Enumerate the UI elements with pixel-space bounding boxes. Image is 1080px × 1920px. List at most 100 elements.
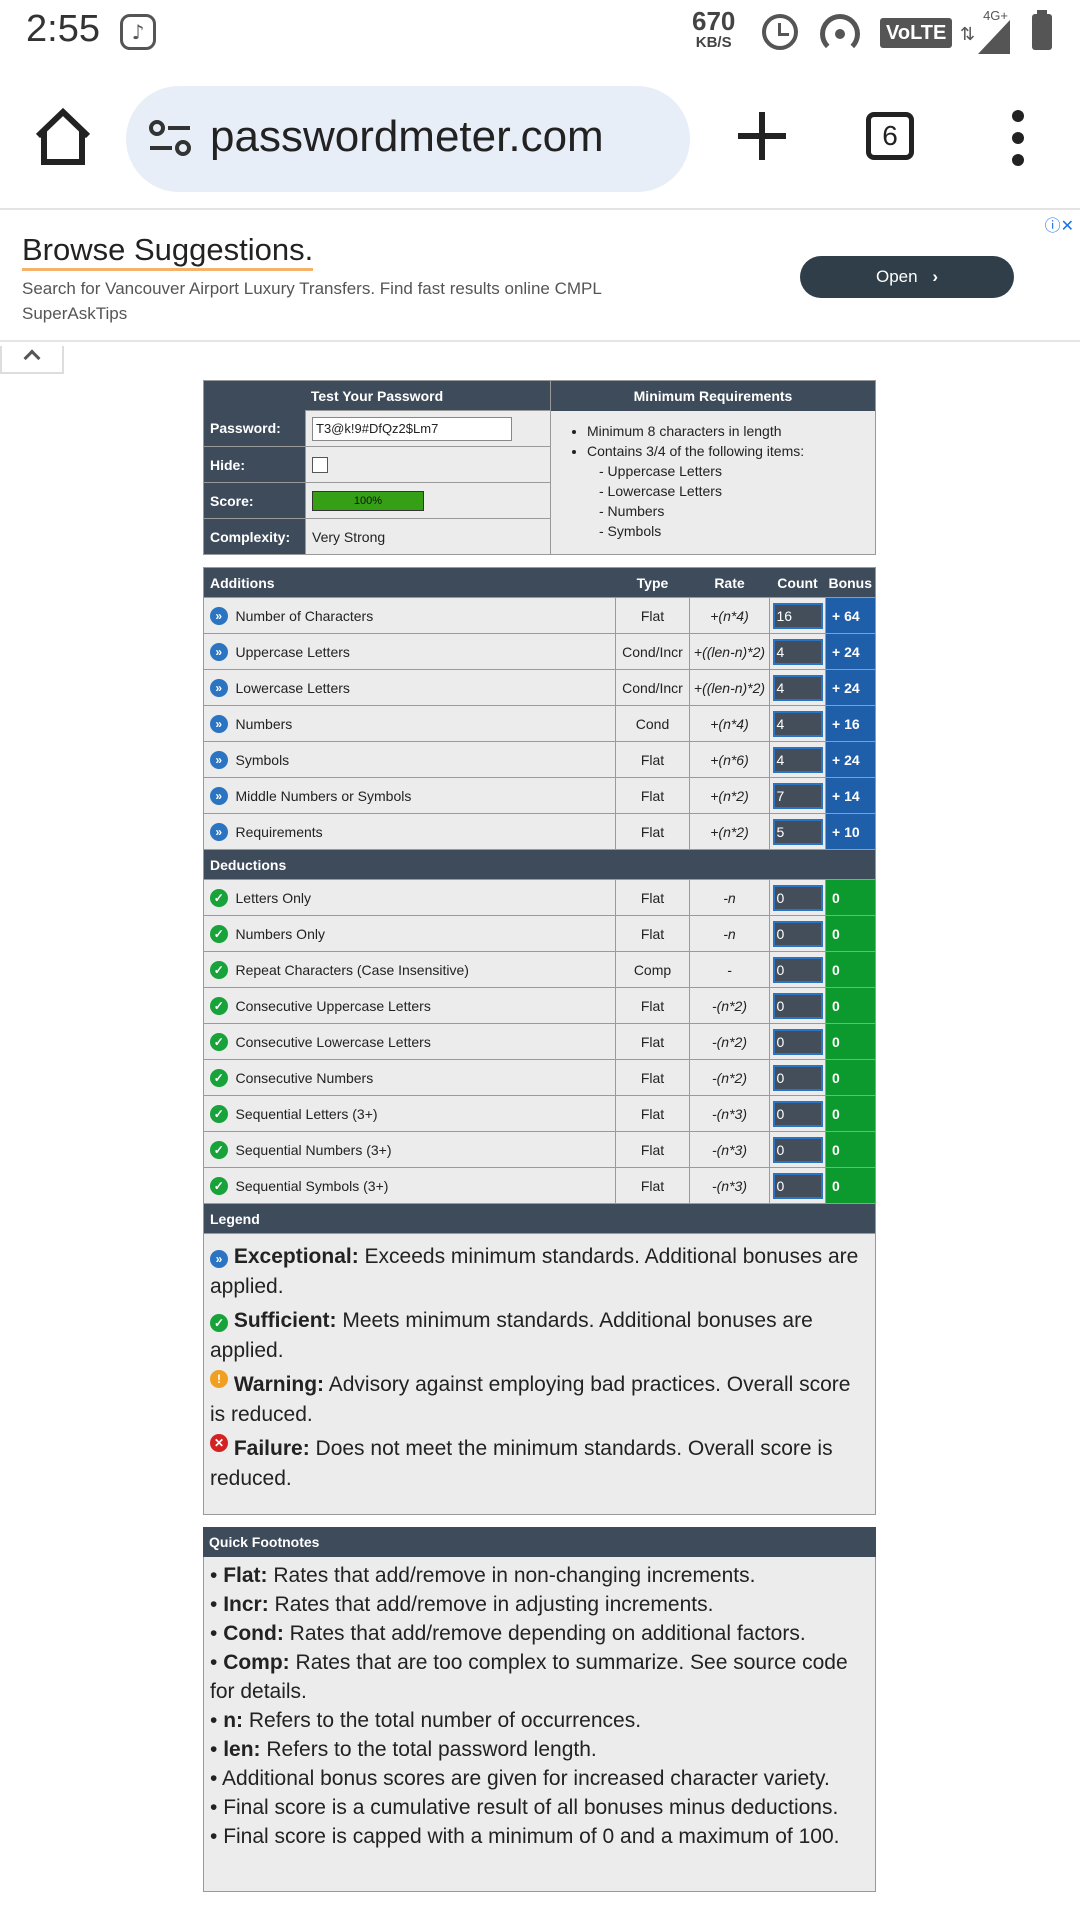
sufficient-icon: ✓ — [209, 996, 228, 1015]
footnote-term: Comp: — [223, 1651, 290, 1674]
home-icon[interactable] — [30, 104, 96, 170]
status-cell: ✓ — [203, 987, 234, 1024]
status-cell: ✓ — [203, 1131, 234, 1168]
footnote-item: • Comp: Rates that are too complex to su… — [210, 1651, 848, 1703]
address-bar[interactable]: passwordmeter.com — [126, 86, 690, 192]
criterion-name: Number of Characters — [233, 597, 616, 634]
ad-title[interactable]: Browse Suggestions. — [22, 232, 314, 271]
exceptional-icon: » — [209, 642, 228, 661]
footnote-text: Rates that add/remove in non-changing in… — [267, 1564, 756, 1587]
footnote-item: • Final score is a cumulative result of … — [210, 1796, 839, 1819]
footnote-item: • n: Refers to the total number of occur… — [210, 1709, 642, 1732]
legend-item: ✕ Failure: Does not meet the minimum sta… — [210, 1434, 869, 1494]
criterion-type: Flat — [615, 741, 690, 778]
requirement-item: Contains 3/4 of the following items: — [587, 441, 865, 461]
bonus-cell: 0 — [825, 1059, 876, 1096]
criterion-rate: -(n*3) — [689, 1131, 770, 1168]
hide-checkbox[interactable] — [312, 457, 328, 474]
footnote-text: Final score is a cumulative result of al… — [223, 1796, 839, 1819]
count-cell: 0 — [769, 987, 826, 1024]
bonus-cell: 0 — [825, 915, 876, 952]
tab-switcher-button[interactable]: 6 — [866, 112, 914, 160]
url-text[interactable]: passwordmeter.com — [210, 112, 604, 162]
legend-term: Exceptional: — [233, 1245, 359, 1268]
ad-open-button[interactable]: Open › — [800, 256, 1014, 298]
count-field: 0 — [772, 1064, 823, 1091]
additions-header: Additions — [210, 574, 275, 591]
addition-row: » Symbols Flat +(n*6) 4 + 24 — [203, 741, 876, 778]
status-cell: ✓ — [203, 1095, 234, 1132]
legend-item: ! Warning: Advisory against employing ba… — [210, 1370, 869, 1430]
footnotes: • Flat: Rates that add/remove in non-cha… — [203, 1557, 876, 1892]
exceptional-icon: » — [209, 678, 228, 697]
count-cell: 0 — [769, 1095, 826, 1132]
complexity-label: Complexity: — [203, 518, 306, 555]
criterion-name: Symbols — [233, 741, 616, 778]
sub-requirement: - Symbols — [599, 522, 662, 539]
bonus-cell: + 64 — [825, 597, 876, 634]
bonus-cell: 0 — [825, 987, 876, 1024]
sufficient-icon: ✓ — [209, 1068, 228, 1087]
criterion-rate: +(n*2) — [689, 777, 770, 814]
status-cell: ✓ — [203, 1167, 234, 1204]
bonus-cell: + 24 — [825, 741, 876, 778]
bonus-cell: 0 — [825, 951, 876, 988]
footnote-text: Rates that add/remove in adjusting incre… — [268, 1593, 714, 1616]
count-field: 0 — [772, 1100, 823, 1127]
status-cell: ✓ — [203, 1059, 234, 1096]
footnote-text: Rates that are too complex to summarize.… — [210, 1651, 848, 1703]
ad-choices-icon[interactable]: ⓘ✕ — [1045, 212, 1074, 236]
battery-icon — [1032, 10, 1052, 50]
new-tab-icon[interactable] — [734, 108, 790, 164]
status-cell: ✓ — [203, 915, 234, 952]
criterion-rate: -(n*2) — [689, 1023, 770, 1060]
deductions-header: Deductions — [203, 849, 876, 880]
sufficient-icon: ✓ — [209, 888, 228, 907]
sub-requirement: - Uppercase Letters — [599, 462, 722, 479]
overflow-menu-icon[interactable] — [1004, 110, 1032, 166]
criterion-type: Flat — [615, 1167, 690, 1204]
criterion-name: Requirements — [233, 813, 616, 850]
criterion-type: Flat — [615, 1023, 690, 1060]
scoring-table: Additions Type Rate Count Bonus » Number … — [203, 567, 876, 1234]
ad-collapse-button[interactable] — [0, 346, 64, 374]
criterion-rate: -n — [689, 879, 770, 916]
status-cell: » — [203, 597, 234, 634]
criterion-rate: - — [689, 951, 770, 988]
criterion-type: Comp — [615, 951, 690, 988]
legend-term: Warning: — [233, 1373, 325, 1396]
bonus-header: Bonus — [828, 574, 873, 591]
criterion-rate: -n — [689, 915, 770, 952]
sufficient-icon: ✓ — [209, 1104, 228, 1123]
network-speed-value: 670 — [692, 6, 736, 36]
legend-item: ✓ Sufficient: Meets minimum standards. A… — [210, 1306, 869, 1366]
sufficient-icon: ✓ — [210, 1314, 228, 1332]
status-cell: ✓ — [203, 879, 234, 916]
password-meter: Test Your Password Minimum Requirements … — [203, 380, 876, 1892]
status-cell: » — [203, 777, 234, 814]
legend: » Exceptional: Exceeds minimum standards… — [203, 1234, 876, 1515]
addition-row: » Numbers Cond +(n*4) 4 + 16 — [203, 705, 876, 742]
count-cell: 5 — [769, 813, 826, 850]
deduction-row: ✓ Sequential Symbols (3+) Flat -(n*3) 0 0 — [203, 1167, 876, 1204]
count-field: 4 — [772, 674, 823, 701]
criterion-rate: +(n*4) — [689, 597, 770, 634]
site-settings-icon[interactable] — [148, 118, 192, 158]
deduction-row: ✓ Repeat Characters (Case Insensitive) Com… — [203, 951, 876, 988]
sufficient-icon: ✓ — [209, 1140, 228, 1159]
addition-row: » Lowercase Letters Cond/Incr +((len-n)*2) 4… — [203, 669, 876, 706]
footnote-term: Cond: — [223, 1622, 284, 1645]
count-cell: 4 — [769, 633, 826, 670]
deduction-row: ✓ Consecutive Lowercase Letters Flat -(n*2)… — [203, 1023, 876, 1060]
ad-banner[interactable]: ⓘ✕ Browse Suggestions. Search for Vancou… — [0, 210, 1080, 342]
bonus-cell: + 10 — [825, 813, 876, 850]
count-field: 7 — [772, 782, 823, 809]
addition-row: » Middle Numbers or Symbols Flat +(n*2) 7 + 1… — [203, 777, 876, 814]
complexity-value: Very Strong — [305, 518, 551, 555]
password-input[interactable]: T3@k!9#DfQz2$Lm7 — [312, 416, 512, 441]
data-arrows-icon: ⇅ — [960, 24, 976, 45]
deduction-row: ✓ Consecutive Numbers Flat -(n*2) 0 0 — [203, 1059, 876, 1096]
criterion-name: Repeat Characters (Case Insensitive) — [233, 951, 616, 988]
count-cell: 16 — [769, 597, 826, 634]
volte-badge: VoLTE — [880, 18, 953, 48]
